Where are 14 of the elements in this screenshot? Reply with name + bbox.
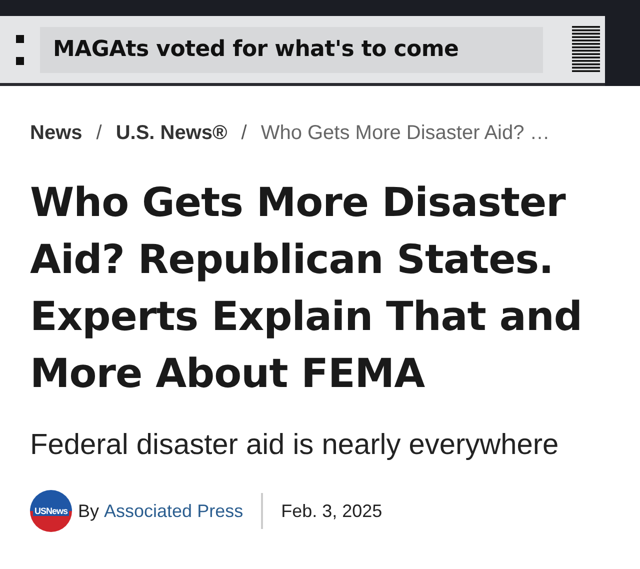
byline-prefix: By <box>78 500 100 522</box>
breadcrumb-link[interactable]: Who Gets More Disaster Aid? … <box>260 122 550 145</box>
overlay-caption: MAGAts voted for what's to come <box>40 26 543 72</box>
publish-date: Feb. 3, 2025 <box>281 500 382 522</box>
breadcrumb-link[interactable]: News <box>30 122 82 145</box>
subheadline: Federal disaster aid is nearly everywhere <box>30 429 560 462</box>
breadcrumb-separator: / <box>96 122 102 145</box>
author-link[interactable]: Associated Press <box>104 500 244 522</box>
avatar-text: USNews <box>33 506 68 516</box>
breadcrumb-separator: / <box>241 122 247 145</box>
barcode-icon <box>572 26 600 74</box>
dots-icon <box>16 34 24 64</box>
breadcrumb-link[interactable]: U.S. News® <box>116 122 228 145</box>
headline: Who Gets More Disaster Aid? Republican States. Experts Explain That and More About FEMA <box>30 179 583 399</box>
